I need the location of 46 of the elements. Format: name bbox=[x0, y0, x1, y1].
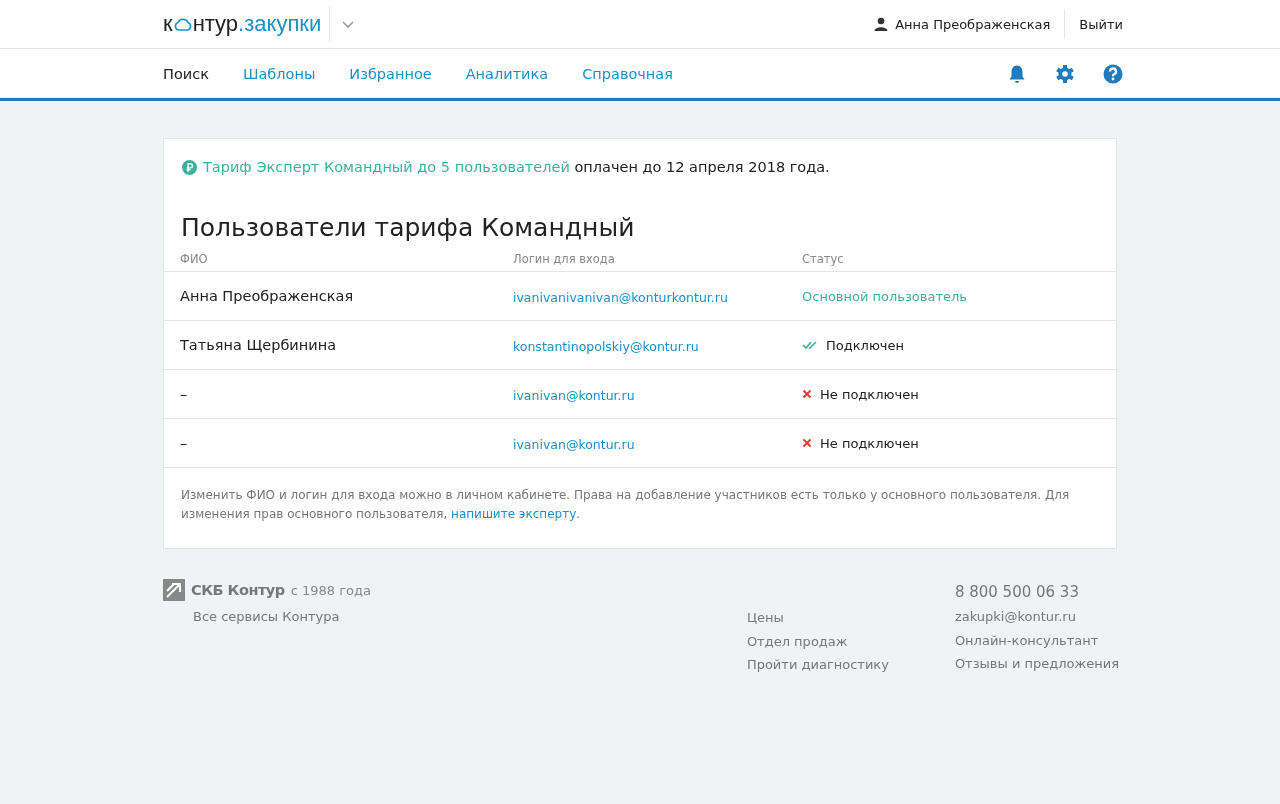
phone-number: 8 800 500 06 33 bbox=[954, 582, 1080, 603]
company-name: СКБ Контур bbox=[191, 582, 285, 598]
login-link[interactable]: ivanivan@kontur.ru bbox=[513, 387, 635, 403]
cloud-icon bbox=[172, 18, 193, 32]
settings-icon[interactable] bbox=[1055, 63, 1075, 84]
all-services-link[interactable]: Все сервисы Контура bbox=[193, 605, 371, 629]
login-link[interactable]: ivanivanivanivan@konturkontur.ru bbox=[513, 289, 728, 305]
footer-link[interactable]: Пройти диагностику bbox=[746, 653, 955, 677]
status-text: Не подключен bbox=[820, 386, 919, 402]
chevron-down-icon[interactable] bbox=[342, 21, 355, 29]
footer-link[interactable]: Отзывы и предложения bbox=[954, 652, 1119, 676]
user-icon bbox=[874, 17, 889, 31]
nav-tab[interactable]: Аналитика bbox=[465, 65, 549, 82]
bell-icon[interactable] bbox=[1007, 63, 1027, 84]
footer-link[interactable]: zakupki@kontur.ru bbox=[954, 605, 1119, 629]
column-header: ФИО bbox=[180, 252, 209, 266]
help-icon[interactable] bbox=[1103, 63, 1123, 84]
footer-link[interactable]: Отдел продаж bbox=[746, 629, 955, 653]
user-name-cell-text: – bbox=[180, 386, 189, 402]
logout-link[interactable]: Выйти bbox=[1079, 16, 1123, 32]
nav-tab[interactable]: Избранное bbox=[349, 65, 432, 82]
status-text: Основной пользователь bbox=[802, 288, 967, 304]
logo[interactable]: к нтур.закупки bbox=[163, 11, 322, 37]
user-name[interactable]: Анна Преображенская bbox=[895, 16, 1051, 32]
footer-link[interactable]: Онлайн-консультант bbox=[954, 628, 1119, 652]
column-header: Статус bbox=[802, 252, 845, 266]
login-link[interactable]: ivanivan@kontur.ru bbox=[513, 436, 635, 452]
login-link[interactable]: konstantinopolskiy@kontur.ru bbox=[513, 338, 699, 354]
user-name-cell-text: – bbox=[180, 435, 189, 451]
nav-tab[interactable]: Шаблоны bbox=[242, 65, 316, 82]
contact-expert-link[interactable]: напишите эксперту bbox=[451, 507, 577, 521]
tariff-notice: Тариф Эксперт Командный до 5 пользователей оплачен до 12 апреля 2018 года. bbox=[203, 159, 830, 175]
section-title: Пользователи тарифа Командный bbox=[181, 213, 636, 242]
status-text: Подключен bbox=[826, 337, 904, 353]
status-text: Не подключен bbox=[820, 435, 919, 451]
user-name-cell-text: Анна Преображенская bbox=[180, 288, 355, 304]
company-logo-icon bbox=[163, 579, 185, 601]
ruble-icon bbox=[182, 159, 197, 175]
tariff-link[interactable]: Тариф Эксперт Командный до 5 пользователей bbox=[203, 159, 570, 175]
info-note: Изменить ФИО и логин для входа можно в личном кабинете. Права на добавление участников есть только у основного пользователя. Для изменения прав основного пользователя, напишите эксперту. bbox=[181, 487, 1071, 523]
user-name-cell-text: Татьяна Щербинина bbox=[180, 337, 338, 353]
since-text: с 1988 года bbox=[290, 582, 371, 598]
column-header: Логин для входа bbox=[513, 252, 616, 266]
nav-tab[interactable]: Справочная bbox=[582, 65, 673, 82]
nav-tab[interactable]: Поиск bbox=[163, 65, 209, 82]
footer-link[interactable]: Цены bbox=[746, 606, 955, 630]
